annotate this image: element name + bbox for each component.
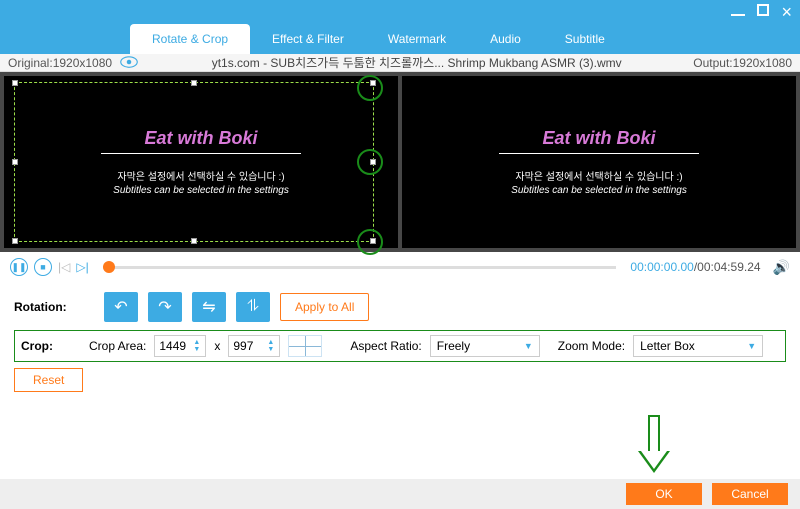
tab-audio[interactable]: Audio — [468, 24, 543, 54]
annotation-arrow — [638, 415, 670, 477]
crop-box[interactable] — [14, 82, 374, 242]
tab-bar: Rotate & Crop Effect & Filter Watermark … — [0, 24, 800, 54]
close-button[interactable]: × — [781, 2, 792, 23]
crop-handle-tl[interactable] — [12, 80, 18, 86]
rotation-row: Rotation: ↶ ↷ ⇋ ⥮ Apply to All — [14, 292, 786, 322]
chevron-down-icon: ▼ — [524, 341, 533, 351]
crop-handle-bl[interactable] — [12, 238, 18, 244]
video-title: Eat with Boki — [499, 128, 699, 149]
zoom-mode-label: Zoom Mode: — [558, 339, 625, 353]
aspect-ratio-label: Aspect Ratio: — [350, 339, 421, 353]
flip-horizontal-button[interactable]: ⇋ — [192, 292, 226, 322]
tab-effect-filter[interactable]: Effect & Filter — [250, 24, 366, 54]
stop-button[interactable]: ■ — [34, 258, 52, 276]
crop-width-input[interactable]: 1449▲▼ — [154, 335, 206, 357]
seek-thumb[interactable] — [103, 261, 115, 273]
original-preview[interactable]: Eat with Boki 자막은 설정에서 선택하실 수 있습니다 :) Su… — [4, 76, 398, 248]
apply-all-button[interactable]: Apply to All — [280, 293, 369, 321]
preview-area: Eat with Boki 자막은 설정에서 선택하실 수 있습니다 :) Su… — [0, 72, 800, 252]
maximize-button[interactable] — [757, 3, 769, 21]
eye-icon[interactable] — [120, 56, 140, 70]
crop-handle-ml[interactable] — [12, 159, 18, 165]
rotate-left-button[interactable]: ↶ — [104, 292, 138, 322]
original-value: 1920x1080 — [53, 56, 112, 70]
spinner-arrows[interactable]: ▲▼ — [193, 336, 203, 356]
controls: Rotation: ↶ ↷ ⇋ ⥮ Apply to All Crop: Cro… — [0, 282, 800, 402]
video-text-eng: Subtitles can be selected in the setting… — [499, 185, 699, 196]
time-total: 00:04:59.24 — [697, 260, 760, 274]
x-label: x — [214, 339, 220, 353]
video-content-right: Eat with Boki 자막은 설정에서 선택하실 수 있습니다 :) Su… — [499, 128, 699, 196]
crop-area-label: Crop Area: — [89, 339, 146, 353]
info-bar: Original: 1920x1080 yt1s.com - SUB치즈가득 두… — [0, 54, 800, 72]
spinner-arrows[interactable]: ▲▼ — [267, 336, 277, 356]
time-current: 00:00:00.00 — [630, 260, 693, 274]
zoom-mode-select[interactable]: Letter Box▼ — [633, 335, 763, 357]
play-bar: ❚❚ ■ |◁ ▷| 00:00:00.00/00:04:59.24 🔊 — [0, 252, 800, 282]
original-label: Original: — [8, 56, 53, 70]
chevron-down-icon: ▼ — [747, 341, 756, 351]
volume-icon[interactable]: 🔊 — [773, 259, 790, 276]
cancel-button[interactable]: Cancel — [712, 483, 788, 505]
rotate-right-button[interactable]: ↷ — [148, 292, 182, 322]
crop-handle-bc[interactable] — [191, 238, 197, 244]
crop-position-icon[interactable] — [288, 335, 322, 357]
annotation-circle — [357, 229, 383, 255]
flip-vertical-button[interactable]: ⥮ — [236, 292, 270, 322]
footer: OK Cancel — [0, 479, 800, 509]
titlebar: × — [0, 0, 800, 24]
rotation-label: Rotation: — [14, 300, 94, 314]
tab-watermark[interactable]: Watermark — [366, 24, 468, 54]
output-preview: Eat with Boki 자막은 설정에서 선택하실 수 있습니다 :) Su… — [402, 76, 796, 248]
crop-handle-tc[interactable] — [191, 80, 197, 86]
seek-track[interactable] — [103, 266, 617, 269]
output-label: Output: — [693, 56, 732, 70]
annotation-circle — [357, 149, 383, 175]
minimize-button[interactable] — [731, 3, 745, 21]
crop-row: Crop: Crop Area: 1449▲▼ x 997▲▼ Aspect R… — [14, 330, 786, 362]
ok-button[interactable]: OK — [626, 483, 702, 505]
aspect-ratio-select[interactable]: Freely▼ — [430, 335, 540, 357]
pause-button[interactable]: ❚❚ — [10, 258, 28, 276]
tab-rotate-crop[interactable]: Rotate & Crop — [130, 24, 250, 54]
next-frame-button[interactable]: ▷| — [76, 260, 88, 274]
crop-height-input[interactable]: 997▲▼ — [228, 335, 280, 357]
crop-label: Crop: — [21, 339, 81, 353]
reset-button[interactable]: Reset — [14, 368, 83, 392]
output-value: 1920x1080 — [733, 56, 792, 70]
tab-subtitle[interactable]: Subtitle — [543, 24, 627, 54]
annotation-circle — [357, 75, 383, 101]
filename: yt1s.com - SUB치즈가득 두툼한 치즈롤까스... Shrimp M… — [140, 54, 693, 71]
video-text-kor: 자막은 설정에서 선택하실 수 있습니다 :) — [499, 168, 699, 183]
prev-frame-button[interactable]: |◁ — [58, 260, 70, 274]
